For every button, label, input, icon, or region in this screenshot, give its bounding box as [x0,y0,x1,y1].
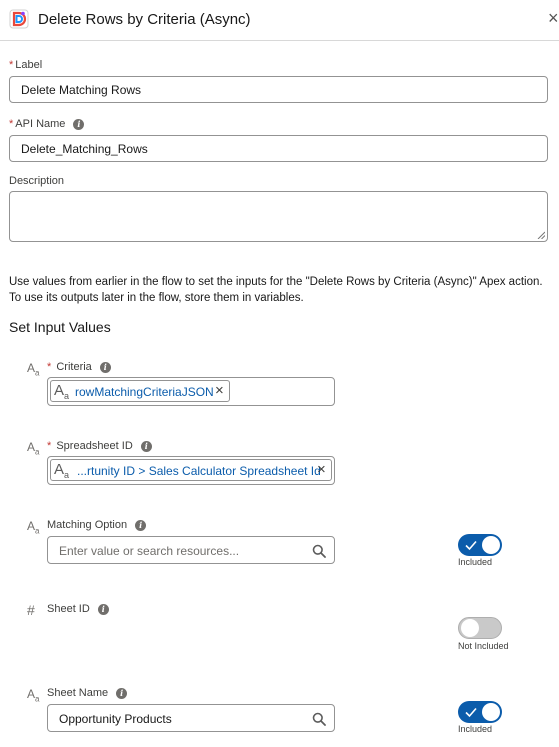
criteria-resource-pill[interactable]: Aa rowMatchingCriteriaJSON × [50,380,230,402]
sheet-id-label: Sheet ID i [47,603,109,615]
toggle-knob [461,619,479,637]
matching-option-toggle[interactable] [458,534,502,556]
api-name-input[interactable]: Delete_Matching_Rows [9,135,548,162]
criteria-pill-text: rowMatchingCriteriaJSON [75,385,214,399]
label-input-value: Delete Matching Rows [21,83,142,97]
info-icon[interactable]: i [73,119,85,130]
spreadsheet-id-pill-text: ...rtunity ID > Sales Calculator Spreads… [77,464,321,478]
sheet-name-value: Opportunity Products [59,712,172,726]
matching-option-placeholder: Enter value or search resources... [59,544,240,558]
sheet-name-label: Sheet Name i [47,687,128,699]
app-logo-icon [9,9,29,29]
spreadsheet-id-resource-pill[interactable]: Aa ...rtunity ID > Sales Calculator Spre… [50,459,332,481]
matching-option-toggle-label: Included [458,557,493,567]
remove-pill-icon[interactable]: × [215,383,224,398]
toggle-knob [482,703,500,721]
info-icon[interactable]: i [116,688,128,699]
required-mark: * [47,361,52,373]
text-type-icon: Aa [54,461,70,480]
text-type-icon: Aa [27,361,40,378]
search-icon[interactable] [312,712,326,726]
sheet-name-toggle-label: Included [458,724,493,734]
toggle-knob [482,536,500,554]
api-name-field-label: * API Name i [9,118,85,130]
spreadsheet-id-input[interactable]: Aa ...rtunity ID > Sales Calculator Spre… [47,456,335,485]
criteria-label: * Criteria i [47,361,111,373]
sheet-id-toggle[interactable] [458,617,502,639]
close-button[interactable]: × [548,9,559,27]
section-title: Set Input Values [9,319,111,335]
resize-handle-icon[interactable] [537,231,545,239]
info-icon[interactable]: i [140,441,152,452]
description-field-label: Description [9,175,65,187]
checkmark-icon [465,707,477,718]
sheet-name-toggle[interactable] [458,701,502,723]
required-mark: * [9,118,14,130]
description-textarea[interactable] [9,191,548,242]
text-type-icon: Aa [27,519,40,536]
matching-option-label: Matching Option i [47,519,147,531]
help-text-line-1: Use values from earlier in the flow to s… [9,276,543,288]
criteria-input[interactable]: Aa rowMatchingCriteriaJSON × [47,377,335,406]
info-icon[interactable]: i [97,604,109,615]
required-mark: * [9,59,14,71]
sheet-id-toggle-label: Not Included [458,641,509,651]
text-type-icon: Aa [54,382,70,401]
info-icon[interactable]: i [99,362,111,373]
label-input[interactable]: Delete Matching Rows [9,76,548,103]
label-field-label: * Label [9,59,43,71]
number-type-icon: # [27,602,35,618]
remove-pill-icon[interactable]: × [317,462,326,477]
modal-title: Delete Rows by Criteria (Async) [38,11,251,28]
help-text-line-2: To use its outputs later in the flow, st… [9,292,304,304]
search-icon[interactable] [312,544,326,558]
checkmark-icon [465,540,477,551]
matching-option-input[interactable]: Enter value or search resources... [47,536,335,564]
info-icon[interactable]: i [135,520,147,531]
text-type-icon: Aa [27,687,40,704]
sheet-name-input[interactable]: Opportunity Products [47,704,335,732]
required-mark: * [47,440,52,452]
spreadsheet-id-label: * Spreadsheet ID i [47,440,152,452]
text-type-icon: Aa [27,440,40,457]
api-name-input-value: Delete_Matching_Rows [21,142,148,156]
